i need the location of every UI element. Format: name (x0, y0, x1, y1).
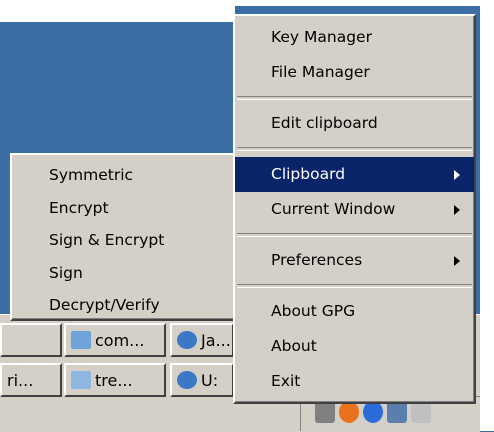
submenu-arrow-icon (454, 169, 460, 180)
menu-item-sign[interactable]: Sign (12, 257, 236, 290)
taskbar-button-u[interactable]: U: (170, 363, 234, 397)
menu-item-decrypt-verify[interactable]: Decrypt/Verify (12, 289, 236, 322)
menu-item-sign-encrypt[interactable]: Sign & Encrypt (12, 224, 236, 257)
menu-item-preferences[interactable]: Preferences (235, 243, 474, 278)
ie-icon (177, 331, 197, 349)
desktop-edge-right (480, 0, 494, 431)
explorer-icon (71, 331, 91, 349)
network-icon[interactable] (315, 401, 335, 423)
taskbar-button-1[interactable]: ri... (0, 323, 62, 357)
submenu-arrow-icon (454, 204, 460, 215)
menu-item-label: Current Window (271, 200, 396, 218)
menu-item-about[interactable]: About (235, 329, 474, 364)
taskbar-button-com[interactable]: com... (64, 323, 166, 357)
taskbar-button-label: Ja... (201, 330, 231, 350)
menu-item-label: Exit (271, 372, 301, 390)
firefox-icon[interactable] (339, 401, 359, 423)
display-icon[interactable] (387, 401, 407, 423)
menu-item-exit[interactable]: Exit (235, 364, 474, 399)
notepad-icon (71, 371, 91, 389)
taskbar-button-label: ri... (7, 370, 34, 390)
menu-separator (237, 284, 472, 288)
menu-item-edit-clipboard[interactable]: Edit clipboard (235, 106, 474, 141)
menu-item-label: Preferences (271, 251, 363, 269)
menu-item-file-manager[interactable]: File Manager (235, 55, 474, 90)
desktop-edge-top (235, 0, 494, 6)
menu-item-current-window[interactable]: Current Window (235, 192, 474, 227)
menu-item-label: Encrypt (49, 198, 109, 217)
taskbar-button-label: tre... (95, 370, 133, 390)
taskbar-button-ri[interactable]: ri... (0, 363, 62, 397)
messenger-icon[interactable] (363, 401, 383, 423)
taskbar-button-tre[interactable]: tre... (64, 363, 166, 397)
ie-icon (177, 371, 197, 389)
menu-separator (237, 233, 472, 237)
taskbar-button-label: com... (95, 330, 145, 350)
menu-item-label: File Manager (271, 63, 370, 81)
menu-item-label: Decrypt/Verify (49, 296, 160, 314)
volume-icon[interactable] (411, 401, 431, 423)
menu-item-label: Edit clipboard (271, 114, 378, 132)
menu-item-label: Clipboard (271, 165, 346, 183)
menu-item-about-gpg[interactable]: About GPG (235, 294, 474, 329)
submenu-arrow-icon (454, 255, 460, 266)
menu-item-key-manager[interactable]: Key Manager (235, 20, 474, 55)
tray-context-menu: Key Manager File Manager Edit clipboard … (233, 14, 476, 404)
menu-item-clipboard[interactable]: Clipboard (235, 157, 474, 192)
clipboard-submenu: Symmetric Encrypt Sign & Encrypt Sign De… (10, 153, 238, 321)
menu-item-encrypt[interactable]: Encrypt (12, 192, 236, 225)
menu-item-label: Symmetric (49, 166, 134, 184)
menu-item-label: Key Manager (271, 28, 372, 46)
menu-separator (237, 147, 472, 151)
taskbar-button-label: U: (201, 370, 219, 390)
menu-item-label: About (271, 337, 317, 355)
desktop-edge (0, 0, 235, 22)
menu-item-label: Sign (49, 263, 83, 282)
menu-separator (237, 96, 472, 100)
taskbar-button-ja[interactable]: Ja... (170, 323, 234, 357)
menu-item-label: Sign & Encrypt (49, 231, 165, 249)
menu-item-label: About GPG (271, 302, 356, 320)
menu-item-symmetric[interactable]: Symmetric (12, 159, 236, 192)
